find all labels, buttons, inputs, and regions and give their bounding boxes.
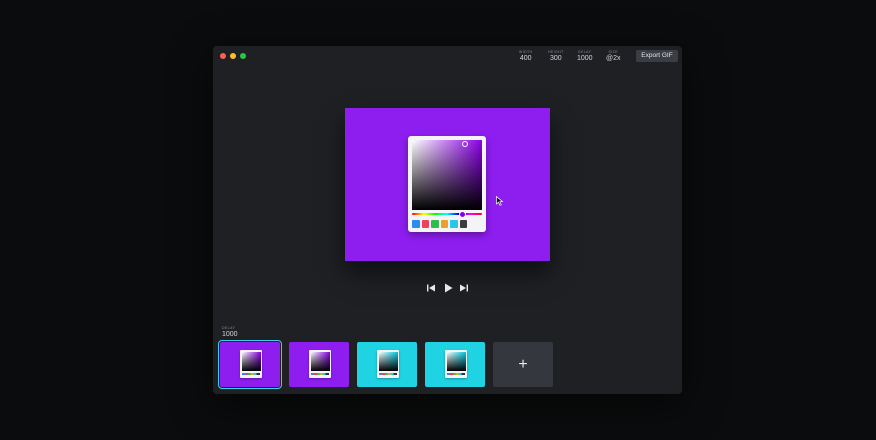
saturation-knob[interactable] — [462, 141, 468, 147]
hue-knob[interactable] — [459, 211, 466, 218]
frame-preview-gradient — [446, 351, 466, 371]
frame-preview-swatches — [311, 373, 329, 375]
frame-thumbnail[interactable] — [357, 342, 417, 387]
frame-preview-picker — [240, 350, 262, 378]
saturation-value-area[interactable] — [412, 140, 482, 210]
width-param[interactable]: WIDTH 400 — [519, 50, 532, 63]
color-swatch[interactable] — [412, 220, 420, 228]
preview-canvas — [345, 108, 550, 261]
frame-preview-swatches — [447, 373, 465, 375]
frame-preview-swatches — [379, 373, 397, 375]
frame-thumbnail[interactable] — [218, 340, 282, 389]
height-value[interactable]: 300 — [548, 55, 564, 63]
frame-preview-gradient — [310, 351, 330, 371]
frame-preview-picker — [377, 350, 399, 378]
frame-preview-gradient — [241, 351, 261, 371]
width-value[interactable]: 400 — [519, 55, 532, 63]
color-swatch[interactable] — [450, 220, 458, 228]
frame-delay-value[interactable]: 1000 — [222, 331, 238, 338]
frame-delay-label: DELAY — [222, 326, 236, 330]
delay-value[interactable]: 1000 — [577, 55, 593, 63]
color-swatch[interactable] — [440, 220, 448, 228]
add-frame-button[interactable]: + — [493, 342, 553, 387]
mouse-cursor-icon — [496, 196, 504, 206]
maximize-window-button[interactable] — [240, 53, 246, 59]
height-param[interactable]: HEIGHT 300 — [548, 50, 564, 63]
frame-preview-swatches — [242, 373, 260, 375]
close-window-button[interactable] — [220, 53, 226, 59]
color-swatch[interactable] — [421, 220, 429, 228]
frame-preview-gradient — [378, 351, 398, 371]
skip-forward-icon[interactable] — [458, 282, 470, 294]
frame-thumbnail[interactable] — [425, 342, 485, 387]
play-icon[interactable] — [442, 282, 454, 294]
app-window: WIDTH 400 HEIGHT 300 DELAY 1000 SIZE @2x… — [213, 46, 682, 394]
color-swatch[interactable] — [459, 220, 467, 228]
size-value[interactable]: @2x — [606, 55, 621, 63]
delay-param[interactable]: DELAY 1000 — [577, 50, 593, 63]
frame-preview-picker — [445, 350, 467, 378]
export-gif-button[interactable]: Export GIF — [636, 50, 678, 62]
size-param[interactable]: SIZE @2x — [606, 50, 621, 63]
skip-back-icon[interactable] — [425, 282, 437, 294]
swatch-row — [412, 220, 467, 228]
frame-thumbnail[interactable] — [289, 342, 349, 387]
frame-preview-picker — [309, 350, 331, 378]
hue-slider[interactable] — [412, 213, 482, 215]
color-swatch[interactable] — [431, 220, 439, 228]
color-picker-card — [408, 136, 486, 232]
minimize-window-button[interactable] — [230, 53, 236, 59]
